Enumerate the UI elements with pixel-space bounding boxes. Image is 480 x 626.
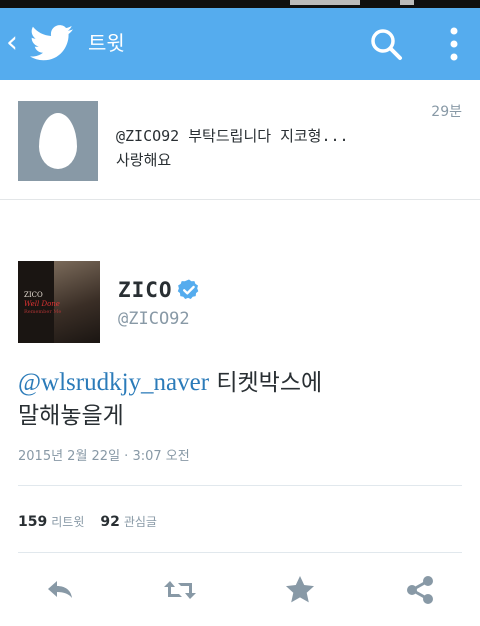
status-bar xyxy=(0,0,480,8)
avatar-caption: ZICO xyxy=(24,291,43,299)
avatar-caption: Remember Me xyxy=(24,309,62,315)
retweet-icon xyxy=(164,581,196,599)
favorites-count: 92 xyxy=(100,514,120,530)
search-icon[interactable] xyxy=(368,26,404,62)
chevron-left-icon[interactable]: ‹ xyxy=(6,26,24,60)
mention-link[interactable]: @wlsrudkjy_naver xyxy=(18,369,209,396)
reply-text-line: @ZICO92 부탁드립니다 지코형... xyxy=(116,127,349,145)
twitter-bird-icon xyxy=(30,25,73,61)
avatar[interactable] xyxy=(18,101,98,181)
favorites-label: 관심글 xyxy=(123,515,157,529)
avatar-caption: Well Done xyxy=(24,300,60,308)
more-vertical-icon[interactable] xyxy=(440,24,468,64)
retweets-label: 리트윗 xyxy=(51,515,85,529)
reply-icon xyxy=(48,581,72,598)
signal-indicator xyxy=(290,0,360,5)
page-title: 트윗 xyxy=(88,31,125,55)
reply-timestamp: 29분 xyxy=(431,104,462,120)
tweet-timestamp: 2015년 2월 22일 · 3:07 오전 xyxy=(18,449,190,464)
divider xyxy=(18,485,462,486)
favorites-stat[interactable]: 92 관심글 xyxy=(100,514,157,530)
retweet-button[interactable] xyxy=(160,570,200,610)
share-button[interactable] xyxy=(400,570,440,610)
tweet-stats: 159 리트윗 92 관심글 xyxy=(18,510,157,534)
tweet-text-fragment: 말해놓을게 xyxy=(18,403,124,429)
egg-icon xyxy=(39,113,77,169)
favorite-button[interactable] xyxy=(280,570,320,610)
user-handle[interactable]: @ZICO92 xyxy=(118,308,190,330)
display-name[interactable]: ZICO xyxy=(118,278,173,302)
reply-text-line: 사랑해요 xyxy=(116,151,172,169)
app-bar: ‹ 트윗 xyxy=(0,8,480,80)
retweets-count: 159 xyxy=(18,514,48,530)
avatar[interactable]: ZICO Well Done Remember Me xyxy=(18,261,100,343)
verified-badge-icon xyxy=(177,279,199,299)
battery-indicator xyxy=(400,0,414,5)
divider xyxy=(18,552,462,553)
reply-button[interactable] xyxy=(40,570,80,610)
star-icon xyxy=(286,576,314,603)
tweet-text-fragment: 티켓박스에 xyxy=(216,370,323,396)
tweet-text: @wlsrudkjy_naver 티켓박스에 말해놓을게 xyxy=(18,366,458,433)
retweets-stat[interactable]: 159 리트윗 xyxy=(18,514,84,530)
share-icon xyxy=(407,576,433,604)
reply-tweet-text: @ZICO92 부탁드립니다 지코형... 사랑해요 xyxy=(116,124,416,172)
